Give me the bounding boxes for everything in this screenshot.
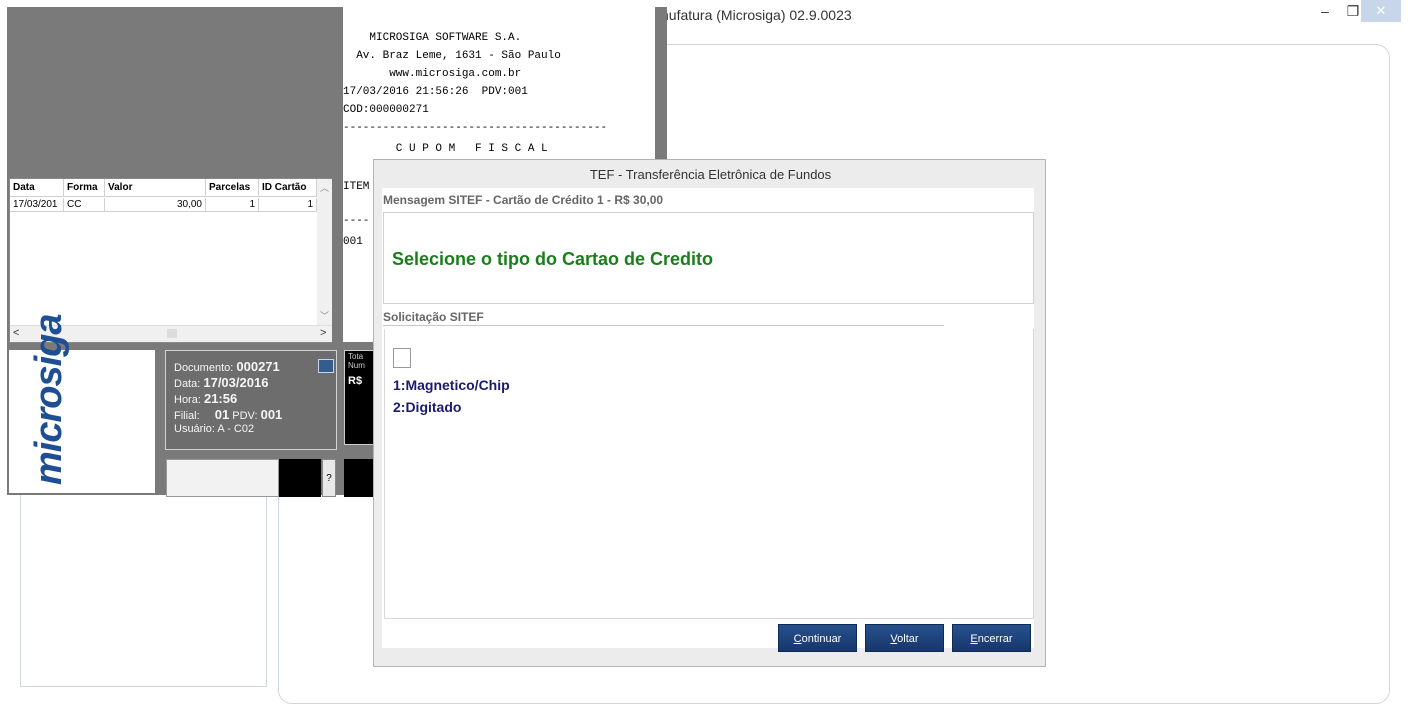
table-cell-parcelas[interactable]: 1: [206, 198, 259, 212]
column-header-forma[interactable]: Forma: [64, 179, 105, 197]
column-header-data[interactable]: Data: [10, 179, 64, 197]
pdv-label: PDV:: [232, 410, 258, 422]
user-line: Usuário: A - C02: [174, 423, 254, 435]
branch-label: Filial:: [174, 410, 200, 422]
receipt-company: MICROSIGA SOFTWARE S.A.: [343, 32, 522, 44]
receipt-website: www.microsiga.com.br: [343, 68, 522, 80]
voltar-button[interactable]: Voltar: [865, 624, 944, 652]
app-title: nufatura (Microsiga) 02.9.0023: [661, 7, 852, 23]
receipt-item-header: ITEM: [343, 181, 370, 193]
dialog-title: TEF - Transferência Eletrônica de Fundos: [589, 167, 832, 182]
table-cell-id-cartao[interactable]: 1: [259, 198, 317, 212]
receipt-title: C U P O M F I S C A L: [343, 143, 548, 155]
document-label: Documento:: [174, 362, 234, 374]
minimize-button[interactable]: –: [1311, 0, 1339, 22]
time-line: Hora: 21:56: [174, 391, 237, 406]
option-magnetico-chip[interactable]: 1:Magnetico/Chip: [393, 377, 510, 393]
request-divider: [383, 325, 944, 326]
table-cell-data[interactable]: 17/03/201: [10, 198, 64, 212]
message-header: Mensagem SITEF - Cartão de Crédito 1 - R…: [383, 193, 664, 207]
table-cell-valor[interactable]: 30,00: [105, 198, 206, 212]
receipt-code: COD:000000271: [343, 104, 429, 116]
scroll-up-icon[interactable]: ︿: [320, 181, 329, 194]
pdv-value: 001: [260, 407, 283, 422]
help-button[interactable]: ?: [322, 459, 336, 497]
date-line: Data: 17/03/2016: [174, 375, 268, 390]
document-value: 000271: [236, 359, 280, 374]
receipt-item-row: 001: [343, 236, 363, 248]
scroll-right-icon[interactable]: >: [320, 327, 326, 339]
table-cell-forma[interactable]: CC: [64, 198, 105, 212]
receipt-address: Av. Braz Leme, 1631 - São Paulo: [343, 50, 561, 62]
scroll-thumb[interactable]: [167, 329, 177, 338]
vertical-scrollbar[interactable]: ︿ ﹀: [317, 179, 332, 325]
option-digitado[interactable]: 2:Digitado: [393, 399, 461, 415]
total-label-line-1: Tota: [348, 352, 364, 361]
request-panel: [384, 329, 1034, 619]
encerrar-button[interactable]: Encerrar: [952, 624, 1031, 652]
tef-dialog: TEF - Transferência Eletrônica de Fundos…: [373, 159, 1046, 667]
column-header-parcelas[interactable]: Parcelas: [206, 179, 259, 197]
microsiga-logo: microsiga: [28, 314, 70, 485]
total-currency: R$: [348, 375, 363, 387]
scroll-left-icon[interactable]: <: [13, 327, 19, 339]
request-header: Solicitação SITEF: [383, 310, 484, 324]
receipt-separator-2: ----: [343, 215, 370, 227]
barcode-entry-field[interactable]: [166, 459, 279, 497]
column-header-valor[interactable]: Valor: [105, 179, 206, 197]
user-value: A - C02: [217, 423, 255, 435]
document-info-panel: Documento: 000271 Data: 17/03/2016 Hora:…: [165, 350, 337, 450]
user-label: Usuário:: [174, 423, 215, 435]
total-label: Tota Num: [348, 352, 365, 370]
continuar-button[interactable]: Continuar: [778, 624, 857, 652]
date-label: Data:: [174, 378, 201, 390]
total-entry-box: [344, 459, 374, 497]
monitor-icon[interactable]: [318, 359, 334, 373]
display-box: [279, 459, 321, 497]
date-value: 17/03/2016: [203, 375, 269, 390]
request-input[interactable]: [393, 348, 411, 368]
column-header-id-cartao[interactable]: ID Cartão: [259, 179, 317, 197]
close-button[interactable]: ✕: [1361, 0, 1401, 22]
message-text: Selecione o tipo do Cartao de Credito: [392, 249, 714, 269]
left-content-panel: [20, 490, 267, 687]
scroll-down-icon[interactable]: ﹀: [320, 309, 329, 322]
branch-value: 01: [214, 407, 230, 422]
receipt-datetime: 17/03/2016 21:56:26 PDV:001: [343, 86, 528, 98]
branch-line: Filial: 01 PDV: 001: [174, 407, 282, 422]
total-label-line-2: Num: [348, 361, 365, 370]
time-value: 21:56: [203, 391, 238, 406]
time-label: Hora:: [174, 394, 201, 406]
document-line: Documento: 000271: [174, 359, 280, 374]
receipt-separator: ----------------------------------------: [343, 122, 608, 134]
